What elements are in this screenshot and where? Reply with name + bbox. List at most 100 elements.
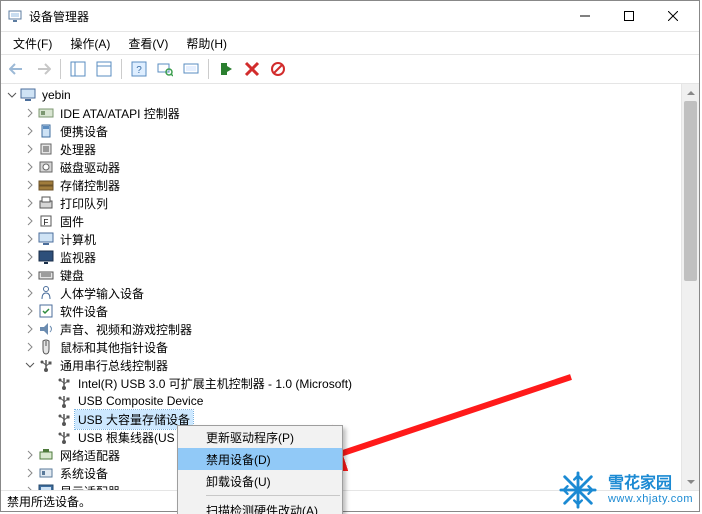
vertical-scrollbar[interactable] — [681, 84, 699, 490]
sound-icon — [38, 321, 54, 337]
window-title: 设备管理器 — [29, 8, 89, 25]
chevron-right-icon[interactable] — [23, 484, 37, 490]
update-driver-toolbar-button[interactable] — [179, 57, 203, 81]
tree-node-label: 键盘 — [57, 266, 87, 285]
keyboard-icon — [38, 267, 54, 283]
forward-button[interactable] — [31, 57, 55, 81]
menu-file[interactable]: 文件(F) — [5, 32, 60, 55]
window-controls — [563, 2, 695, 30]
tree-node[interactable]: 计算机 — [1, 230, 681, 248]
chevron-right-icon — [41, 394, 55, 408]
chevron-right-icon[interactable] — [23, 250, 37, 264]
tree-node-label: 声音、视频和游戏控制器 — [57, 320, 195, 339]
tree-node-label: USB 大容量存储设备 — [75, 410, 193, 429]
tree-node-label: IDE ATA/ATAPI 控制器 — [57, 104, 183, 123]
toolbar: ? — [1, 54, 699, 84]
tree-node[interactable]: 软件设备 — [1, 302, 681, 320]
chevron-right-icon[interactable] — [23, 322, 37, 336]
tree-node-label: 系统设备 — [57, 464, 111, 483]
maximize-button[interactable] — [607, 2, 651, 30]
tree-node[interactable]: 磁盘驱动器 — [1, 158, 681, 176]
tree-node[interactable]: 人体学输入设备 — [1, 284, 681, 302]
tree-node[interactable]: 声音、视频和游戏控制器 — [1, 320, 681, 338]
tree-node[interactable]: 便携设备 — [1, 122, 681, 140]
chevron-right-icon[interactable] — [23, 448, 37, 462]
tree-node[interactable]: 鼠标和其他指针设备 — [1, 338, 681, 356]
chevron-right-icon[interactable] — [23, 142, 37, 156]
ctx-scan-hardware[interactable]: 扫描检测硬件改动(A) — [178, 499, 342, 514]
scroll-up-button[interactable] — [682, 84, 699, 101]
uninstall-toolbar-button[interactable] — [266, 57, 290, 81]
menu-view[interactable]: 查看(V) — [120, 32, 176, 55]
chevron-right-icon[interactable] — [23, 106, 37, 120]
tree-node-label: 打印队列 — [57, 194, 111, 213]
chevron-right-icon[interactable] — [23, 160, 37, 174]
chevron-right-icon[interactable] — [23, 340, 37, 354]
menu-help[interactable]: 帮助(H) — [178, 32, 235, 55]
tree-node-label: USB Composite Device — [75, 393, 206, 409]
properties-button[interactable] — [92, 57, 116, 81]
tree-node-label: Intel(R) USB 3.0 可扩展主机控制器 - 1.0 (Microso… — [75, 374, 355, 393]
usbctrl-icon — [56, 429, 72, 445]
chevron-right-icon — [41, 412, 55, 426]
tree-node[interactable]: 键盘 — [1, 266, 681, 284]
tree-root-node[interactable]: yebin — [1, 86, 681, 104]
cpu-icon — [38, 141, 54, 157]
client-area: yebin IDE ATA/ATAPI 控制器便携设备处理器磁盘驱动器存储控制器… — [1, 84, 699, 490]
chevron-right-icon[interactable] — [23, 304, 37, 318]
app-icon — [7, 8, 23, 24]
show-tree-button[interactable] — [66, 57, 90, 81]
chevron-right-icon — [41, 430, 55, 444]
chevron-right-icon[interactable] — [23, 178, 37, 192]
scan-hardware-button[interactable] — [153, 57, 177, 81]
disable-device-toolbar-button[interactable] — [240, 57, 264, 81]
software-icon — [38, 303, 54, 319]
tree-node-label: 软件设备 — [57, 302, 111, 321]
minimize-button[interactable] — [563, 2, 607, 30]
help-topic-button[interactable]: ? — [127, 57, 151, 81]
chevron-right-icon[interactable] — [23, 214, 37, 228]
tree-node[interactable]: 处理器 — [1, 140, 681, 158]
close-button[interactable] — [651, 2, 695, 30]
chevron-right-icon[interactable] — [23, 196, 37, 210]
menu-action[interactable]: 操作(A) — [62, 32, 118, 55]
chevron-right-icon[interactable] — [23, 286, 37, 300]
tree-node-label: 通用串行总线控制器 — [57, 356, 171, 375]
disk-icon — [38, 159, 54, 175]
tree-node[interactable]: IDE ATA/ATAPI 控制器 — [1, 104, 681, 122]
chevron-right-icon[interactable] — [23, 268, 37, 282]
chevron-down-icon[interactable] — [5, 88, 19, 102]
enable-device-toolbar-button[interactable] — [214, 57, 238, 81]
chevron-right-icon[interactable] — [23, 124, 37, 138]
scrollbar-thumb[interactable] — [684, 101, 697, 281]
hid-icon — [38, 285, 54, 301]
usbctrl-icon — [56, 375, 72, 391]
ide-icon — [38, 105, 54, 121]
tree-node[interactable]: USB Composite Device — [1, 392, 681, 410]
tree-node[interactable]: 通用串行总线控制器 — [1, 356, 681, 374]
watermark-brand: 雪花家园 — [608, 475, 693, 493]
chevron-right-icon[interactable] — [23, 232, 37, 246]
ctx-disable-device[interactable]: 禁用设备(D) — [178, 448, 342, 470]
ctx-uninstall[interactable]: 卸载设备(U) — [178, 470, 342, 492]
chevron-right-icon[interactable] — [23, 466, 37, 480]
tree-node[interactable]: Intel(R) USB 3.0 可扩展主机控制器 - 1.0 (Microso… — [1, 374, 681, 392]
usbctrl-icon — [56, 411, 72, 427]
tree-node-label: 磁盘驱动器 — [57, 158, 123, 177]
tree-node[interactable]: F固件 — [1, 212, 681, 230]
ctx-update-driver[interactable]: 更新驱动程序(P) — [178, 426, 342, 448]
tree-node-label: 鼠标和其他指针设备 — [57, 338, 171, 357]
watermark-url: www.xhjaty.com — [608, 493, 693, 505]
tree-node-label: 监视器 — [57, 248, 99, 267]
tree-node-label: 显示适配器 — [57, 482, 123, 491]
tree-node[interactable]: 打印队列 — [1, 194, 681, 212]
back-button[interactable] — [5, 57, 29, 81]
tree-node-label: 存储控制器 — [57, 176, 123, 195]
chevron-down-icon[interactable] — [23, 358, 37, 372]
tree-node[interactable]: 监视器 — [1, 248, 681, 266]
monitor-icon — [38, 249, 54, 265]
tree-node-label: 计算机 — [57, 230, 99, 249]
portable-icon — [38, 123, 54, 139]
tree-node-label: 网络适配器 — [57, 446, 123, 465]
tree-node[interactable]: 存储控制器 — [1, 176, 681, 194]
